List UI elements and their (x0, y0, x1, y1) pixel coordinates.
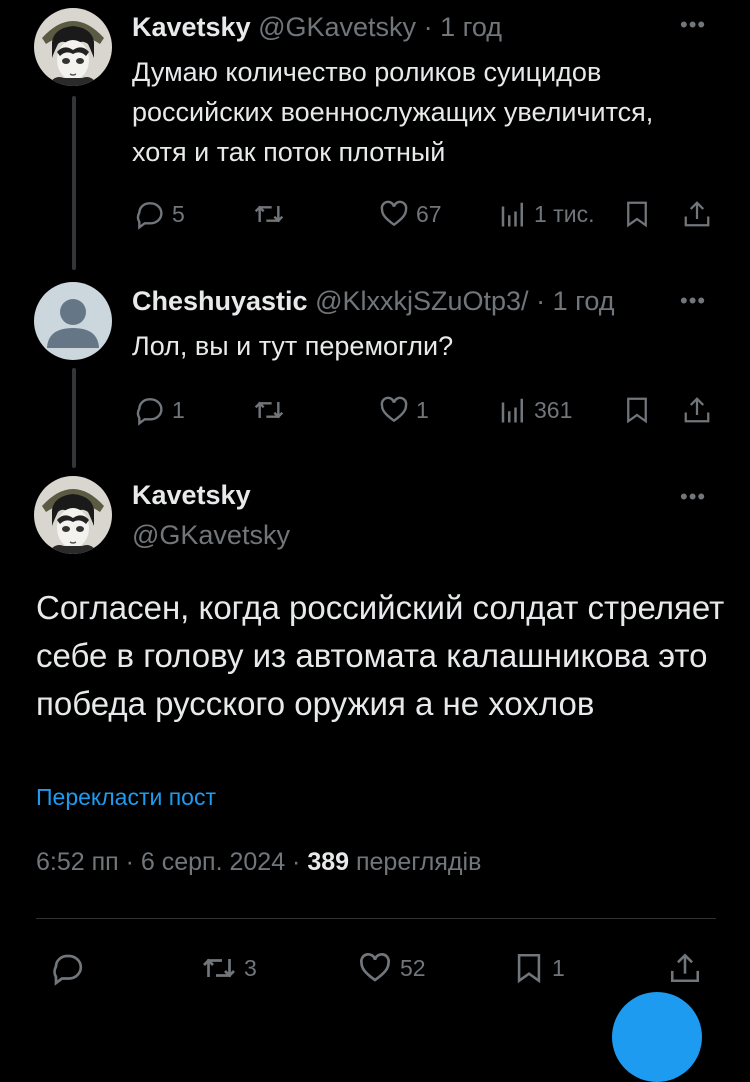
like-button[interactable]: 52 (356, 950, 426, 986)
retweet-icon (203, 958, 235, 978)
like-count: 1 (416, 396, 429, 423)
post-time[interactable]: · 1 год (424, 12, 502, 42)
like-icon (360, 953, 390, 982)
tweet-text: Думаю количество роликов суицидов россий… (132, 57, 654, 167)
reply-icon (53, 954, 83, 986)
reply-button[interactable]: 1 (134, 394, 185, 426)
views-icon (501, 202, 523, 227)
like-button[interactable]: 1 (378, 394, 429, 426)
reply-button[interactable]: 5 (134, 198, 185, 230)
retweet-button[interactable]: 3 (200, 950, 257, 986)
reply-icon (136, 398, 163, 426)
retweet-icon (254, 401, 284, 419)
retweet-button[interactable] (252, 394, 292, 426)
bookmark-icon (627, 397, 647, 424)
tweet-header: Cheshuyastic @KlxxkjSZuOtp3/ · 1 год (132, 286, 615, 317)
more-icon[interactable]: ••• (680, 484, 706, 510)
bookmark-button[interactable] (622, 394, 652, 426)
views-icon (501, 398, 523, 423)
views-count: 389 (307, 848, 350, 876)
views-label: переглядів (349, 848, 482, 876)
avatar[interactable] (34, 282, 112, 360)
reply-button[interactable] (50, 950, 86, 986)
author-name[interactable]: Cheshuyastic (132, 286, 308, 316)
like-icon (380, 396, 408, 423)
post-time[interactable]: · 1 год (536, 286, 614, 316)
post-meta: 6:52 пп · 6 серп. 2024 · 389 переглядів (36, 848, 481, 877)
like-button[interactable]: 67 (378, 198, 442, 230)
more-icon[interactable]: ••• (680, 288, 706, 314)
reply-count: 1 (172, 396, 185, 423)
author-handle[interactable]: @GKavetsky (258, 12, 416, 42)
bookmark-count: 1 (552, 954, 565, 981)
thread-line (72, 368, 76, 468)
reply-icon (136, 202, 163, 230)
retweet-button[interactable] (252, 198, 292, 230)
reply-count: 5 (172, 200, 185, 227)
author-handle[interactable]: @KlxxkjSZuOtp3/ (315, 286, 528, 316)
like-count: 67 (416, 200, 442, 227)
views-button[interactable]: 361 (498, 394, 572, 426)
share-button[interactable] (682, 394, 712, 426)
tweet-text: Лол, вы и тут перемогли? (132, 331, 454, 361)
like-count: 52 (400, 954, 426, 981)
divider (36, 918, 716, 919)
compose-button[interactable] (612, 992, 702, 1082)
translate-link[interactable]: Перекласти пост (36, 784, 216, 811)
like-icon (380, 200, 408, 227)
tweet-header: Kavetsky @GKavetsky · 1 год (132, 12, 502, 43)
bookmark-icon (627, 201, 647, 228)
share-icon (684, 397, 710, 423)
author-name[interactable]: Kavetsky (132, 480, 251, 511)
main-tweet-text: Согласен, когда российский солдат стреля… (36, 589, 725, 722)
author-name[interactable]: Kavetsky (132, 12, 251, 42)
avatar[interactable] (34, 476, 112, 554)
views-count: 1 тис. (534, 200, 595, 227)
retweet-count: 3 (244, 954, 257, 981)
post-timestamp[interactable]: 6:52 пп · 6 серп. 2024 · (36, 848, 307, 876)
retweet-icon (254, 205, 284, 223)
share-button[interactable] (682, 198, 712, 230)
bookmark-icon (517, 953, 541, 984)
bookmark-button[interactable] (622, 198, 652, 230)
views-button[interactable]: 1 тис. (498, 198, 594, 230)
share-icon (670, 953, 700, 983)
share-icon (684, 201, 710, 227)
share-button[interactable] (668, 950, 702, 986)
views-count: 361 (534, 396, 573, 423)
avatar[interactable] (34, 8, 112, 86)
more-icon[interactable]: ••• (680, 12, 706, 38)
thread-line (72, 96, 76, 270)
bookmark-button[interactable]: 1 (512, 950, 565, 986)
author-handle[interactable]: @GKavetsky (132, 520, 290, 551)
